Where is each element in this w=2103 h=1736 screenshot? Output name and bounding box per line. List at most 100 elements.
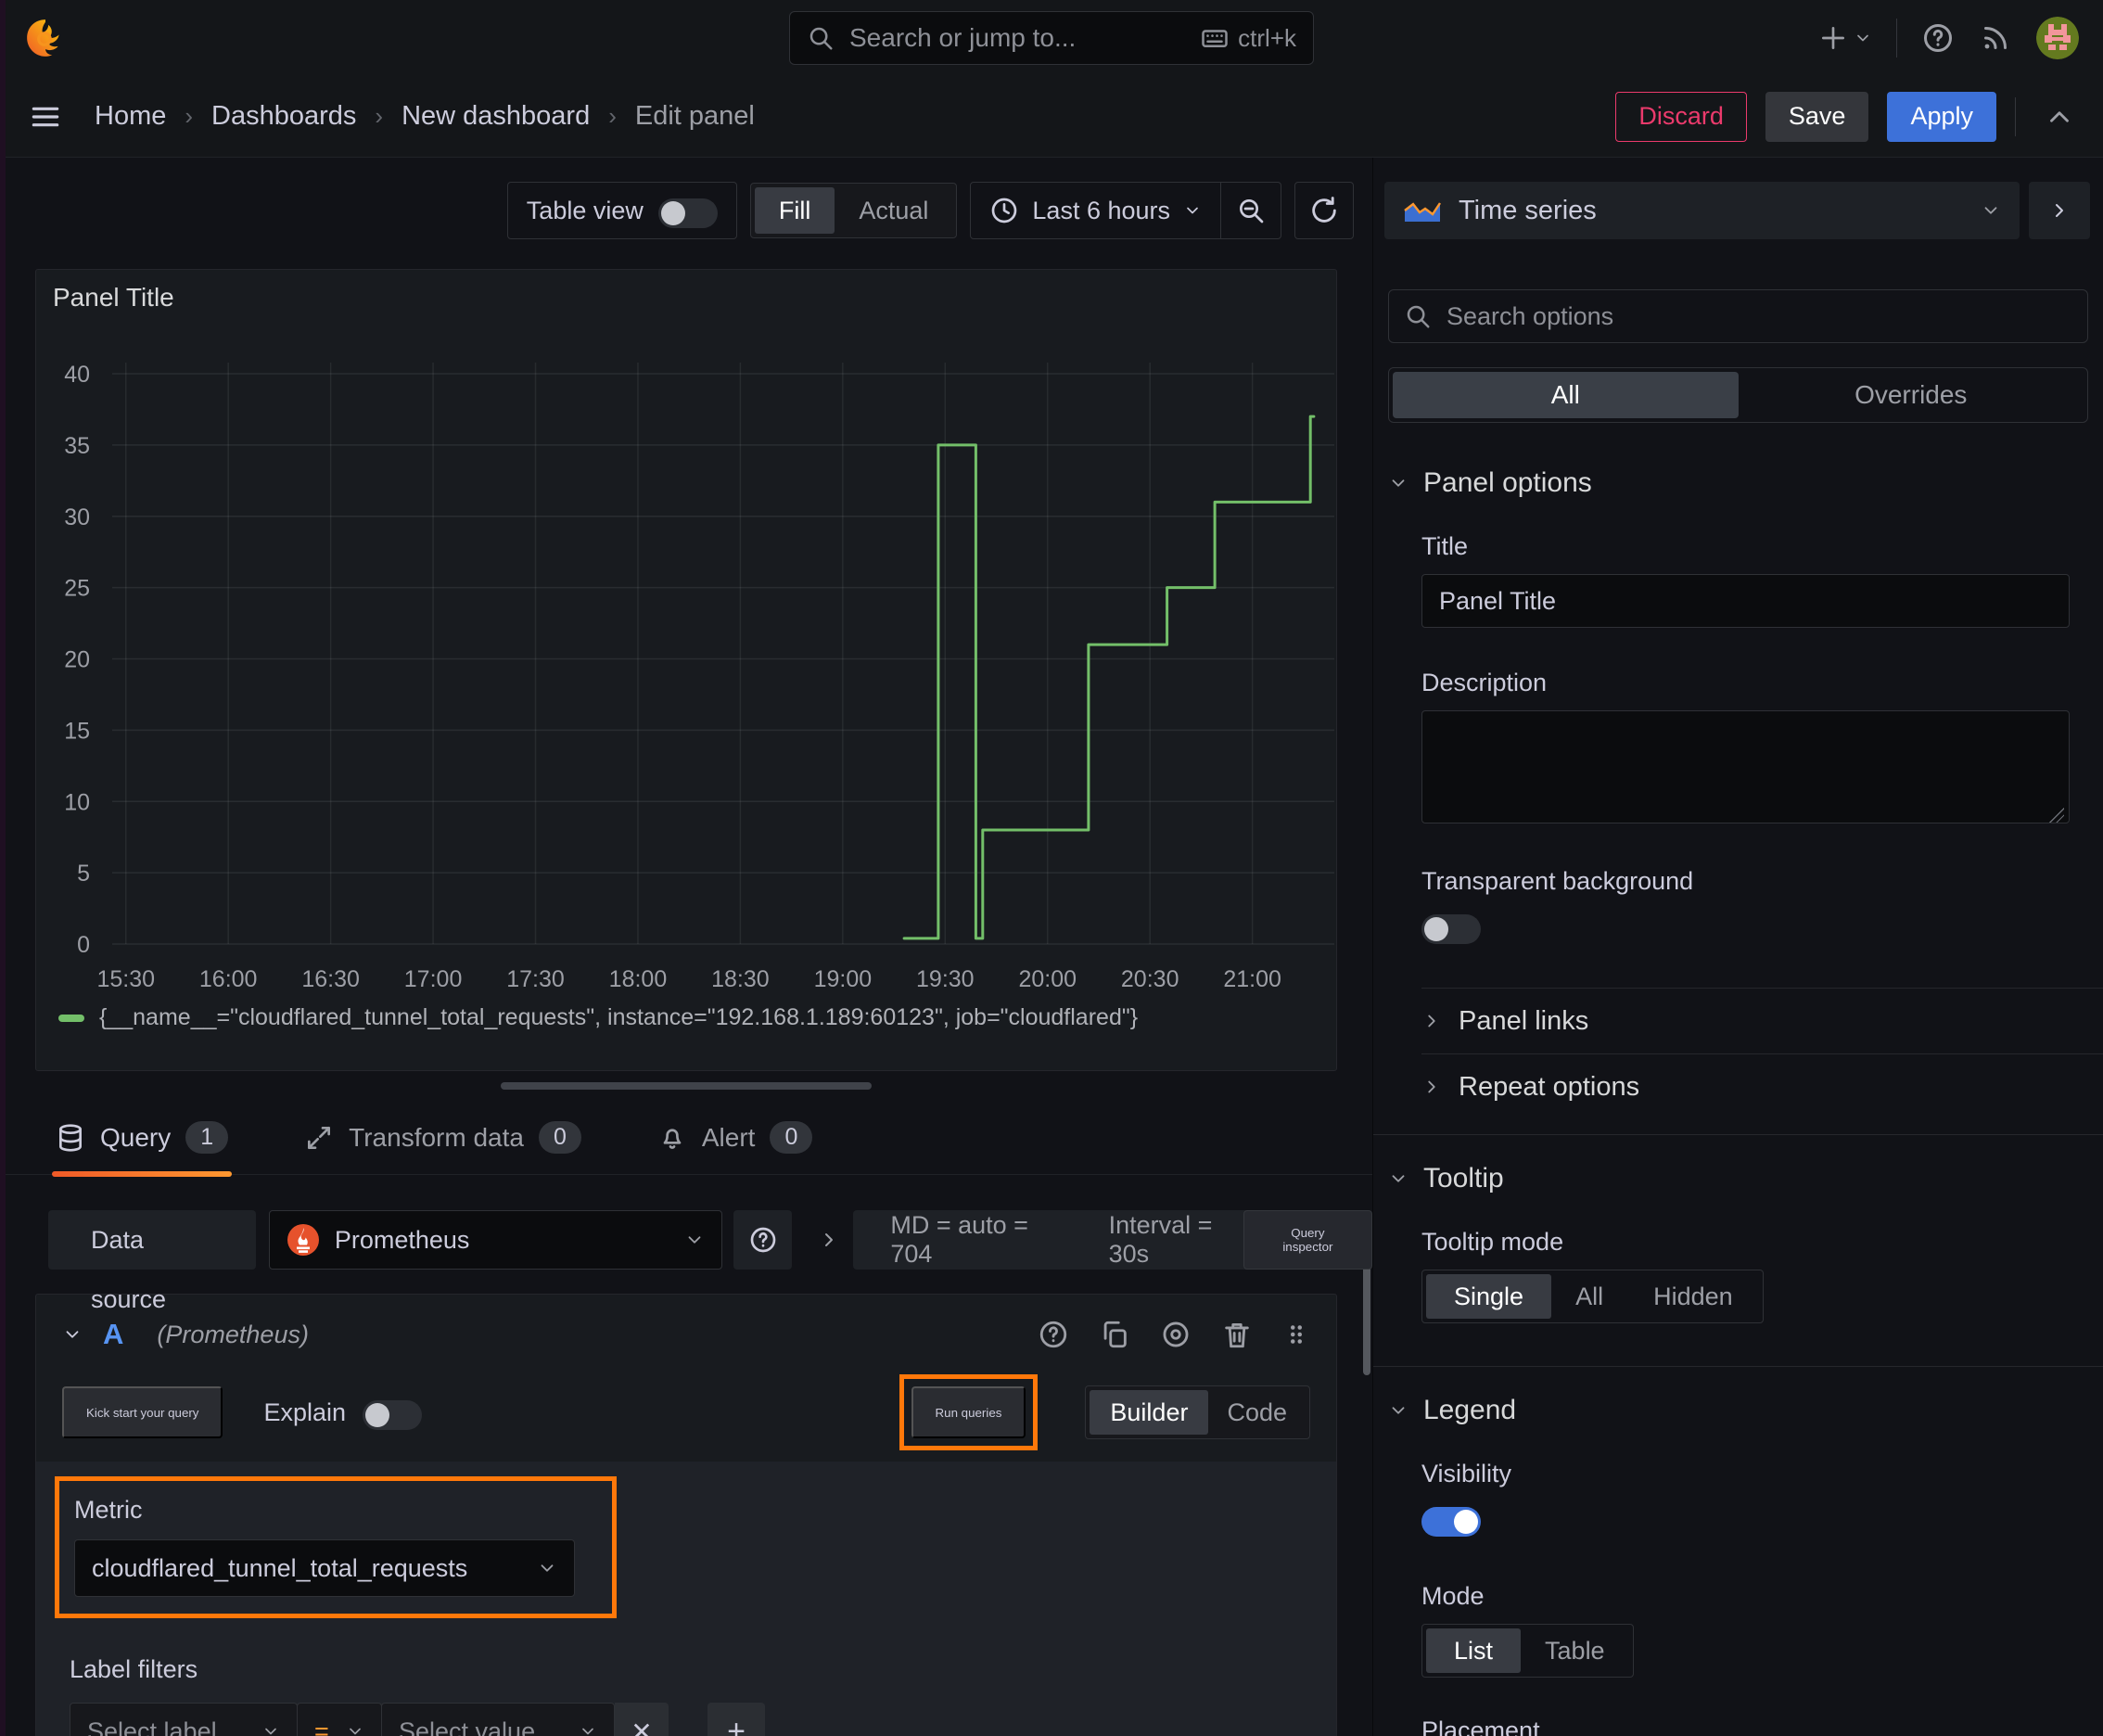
tab-overrides[interactable]: Overrides: [1739, 372, 2084, 418]
delete-query-icon[interactable]: [1221, 1319, 1253, 1350]
panel-options-title: Panel options: [1423, 467, 1592, 498]
alert-count-badge: 0: [770, 1121, 813, 1154]
query-row-header[interactable]: A (Prometheus): [36, 1295, 1336, 1374]
tab-query[interactable]: Query 1: [52, 1108, 233, 1177]
datasource-picker[interactable]: Prometheus: [268, 1210, 722, 1270]
operator-dropdown[interactable]: =: [297, 1703, 382, 1736]
repeat-options-row[interactable]: Repeat options: [1421, 1054, 2103, 1119]
options-expand-button[interactable]: [818, 1229, 840, 1251]
visualization-picker[interactable]: Time series: [1384, 182, 2020, 239]
code-option[interactable]: Code: [1208, 1390, 1306, 1435]
legend-visibility-toggle[interactable]: [1421, 1507, 1481, 1537]
remove-filter-button[interactable]: ✕: [615, 1703, 669, 1736]
select-label-dropdown[interactable]: Select label: [70, 1703, 298, 1736]
description-textarea[interactable]: [1421, 710, 2070, 823]
query-ref-id[interactable]: A: [103, 1318, 123, 1351]
panel-options-header[interactable]: Panel options: [1373, 467, 2103, 499]
tooltip-hidden-option[interactable]: Hidden: [1627, 1274, 1759, 1319]
collapse-header-button[interactable]: [2044, 101, 2075, 133]
add-filter-button[interactable]: +: [707, 1703, 765, 1736]
panel-links-row[interactable]: Panel links: [1421, 989, 2103, 1053]
panel-resize-handle[interactable]: [501, 1082, 872, 1090]
tooltip-header[interactable]: Tooltip: [1373, 1163, 2103, 1194]
svg-text:10: 10: [64, 789, 90, 815]
label-filter-row: Select label = Select value ✕ +: [70, 1703, 1303, 1736]
hamburger-icon: [32, 107, 59, 126]
chevron-right-icon: [1421, 1077, 1442, 1097]
time-range-picker[interactable]: Last 6 hours: [971, 196, 1220, 225]
legend-series-swatch[interactable]: [58, 1014, 84, 1022]
svg-text:25: 25: [64, 576, 90, 602]
run-queries-button[interactable]: Run queries: [911, 1386, 1026, 1438]
time-range-label: Last 6 hours: [1032, 196, 1170, 224]
grafana-logo[interactable]: [24, 17, 67, 59]
prometheus-icon: [287, 1224, 319, 1256]
builder-option[interactable]: Builder: [1090, 1390, 1209, 1435]
search-input[interactable]: Search or jump to... ctrl+k: [789, 11, 1314, 65]
discard-button[interactable]: Discard: [1615, 91, 1747, 142]
metric-select[interactable]: cloudflared_tunnel_total_requests: [74, 1539, 575, 1597]
duplicate-query-icon[interactable]: [1099, 1319, 1130, 1350]
breadcrumb-home[interactable]: Home: [95, 101, 166, 132]
metric-annotation-box: Metric cloudflared_tunnel_total_requests: [55, 1476, 617, 1618]
chevron-up-icon: [2050, 110, 2069, 122]
transform-count-badge: 0: [538, 1121, 581, 1154]
tooltip-all-option[interactable]: All: [1551, 1274, 1627, 1319]
tab-alert[interactable]: Alert 0: [654, 1108, 816, 1174]
options-search-placeholder: Search options: [1447, 301, 1614, 330]
breadcrumb-separator-icon: ›: [375, 102, 384, 130]
legend-header[interactable]: Legend: [1373, 1395, 2103, 1426]
refresh-button[interactable]: [1294, 182, 1354, 239]
tab-query-label: Query: [100, 1122, 172, 1152]
save-button[interactable]: Save: [1765, 91, 1869, 142]
timeseries-chart[interactable]: 0 5 10 15 20 25 30 35 40 15:30 16:00 16:30 17:00 17:3…: [36, 270, 1336, 1070]
search-shortcut-text: ctrl+k: [1238, 23, 1296, 52]
help-button[interactable]: [1921, 21, 1955, 55]
legend-series-name[interactable]: {__name__="cloudflared_tunnel_total_requ…: [99, 1004, 1138, 1031]
menu-toggle-button[interactable]: [28, 99, 63, 134]
avatar[interactable]: [2036, 17, 2079, 59]
zoom-out-button[interactable]: [1221, 183, 1281, 238]
legend-table-option[interactable]: Table: [1521, 1628, 1629, 1673]
table-view-toggle[interactable]: [657, 198, 718, 228]
breadcrumb-new-dashboard[interactable]: New dashboard: [401, 101, 590, 132]
explain-toggle[interactable]: [363, 1400, 423, 1430]
rss-icon: [1984, 27, 2007, 49]
search-shortcut: ctrl+k: [1201, 24, 1296, 53]
hide-query-icon[interactable]: [1160, 1319, 1192, 1350]
help-icon: [750, 1227, 775, 1253]
window-edge-stripe: [0, 0, 6, 1736]
svg-text:20:30: 20:30: [1121, 966, 1179, 992]
actual-option[interactable]: Actual: [835, 187, 952, 234]
kick-start-query-button[interactable]: Kick start your query: [62, 1386, 223, 1438]
transparent-background-toggle[interactable]: [1421, 914, 1481, 944]
query-help-icon[interactable]: [1038, 1319, 1069, 1350]
news-button[interactable]: [1979, 21, 2012, 55]
table-view-group: Table view: [506, 182, 737, 239]
new-dropdown-button[interactable]: [1818, 23, 1872, 53]
breadcrumb-dashboards[interactable]: Dashboards: [211, 101, 356, 132]
options-search-input[interactable]: Search options: [1388, 289, 2088, 343]
query-inspector-button[interactable]: Query inspector: [1243, 1210, 1372, 1270]
collapse-sidebar-button[interactable]: [2029, 182, 2090, 239]
table-view-label: Table view: [526, 196, 644, 224]
tab-transform-data[interactable]: Transform data 0: [300, 1108, 585, 1174]
panel-title-input[interactable]: [1421, 574, 2070, 628]
tab-transform-label: Transform data: [349, 1122, 524, 1152]
query-options-summary[interactable]: MD = auto = 704 Interval = 30s: [853, 1210, 1284, 1270]
tooltip-single-option[interactable]: Single: [1426, 1274, 1552, 1319]
datasource-help-button[interactable]: [733, 1210, 793, 1270]
select-value-dropdown[interactable]: Select value: [381, 1703, 615, 1736]
bell-icon: [663, 1128, 682, 1149]
chevron-down-icon[interactable]: [62, 1324, 83, 1345]
legend-title: Legend: [1423, 1395, 1517, 1425]
legend-list-option[interactable]: List: [1426, 1628, 1522, 1673]
svg-text:0: 0: [77, 932, 90, 958]
tab-all[interactable]: All: [1393, 372, 1739, 418]
drag-handle-icon[interactable]: [1282, 1319, 1310, 1350]
operator-value: =: [314, 1717, 329, 1736]
fill-option[interactable]: Fill: [754, 187, 835, 234]
chevron-down-icon: [261, 1722, 280, 1736]
apply-button[interactable]: Apply: [1887, 91, 1996, 142]
datasource-row: Data source Prometheus MD = auto = 704 I…: [48, 1210, 1372, 1313]
